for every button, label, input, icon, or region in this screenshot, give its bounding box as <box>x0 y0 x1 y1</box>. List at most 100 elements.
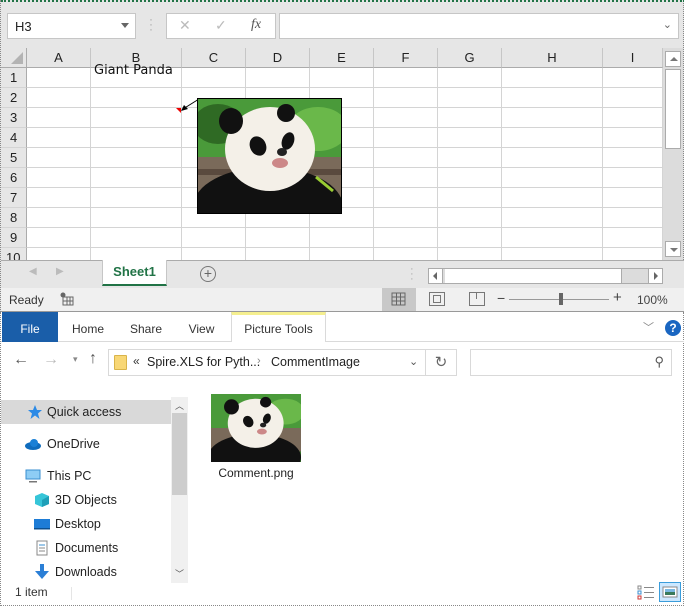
nav-item-documents[interactable]: Documents <box>1 536 171 560</box>
row-header-4[interactable]: 4 <box>1 128 27 148</box>
address-bar[interactable]: « Spire.XLS for Pyth... › CommentImage ⌄ <box>108 349 426 376</box>
recent-locations-icon[interactable]: ▾ <box>73 354 78 365</box>
zoom-in-button[interactable]: + <box>613 289 622 306</box>
refresh-icon: ↻ <box>434 354 448 371</box>
gridline <box>27 227 663 228</box>
normal-view-button[interactable] <box>382 288 416 311</box>
folder-icon <box>114 355 127 370</box>
panda-image <box>198 99 341 213</box>
enter-icon[interactable]: ✓ <box>215 17 227 34</box>
page-break-view-button[interactable] <box>469 292 485 306</box>
nav-scroll-up-icon[interactable]: ︿ <box>175 399 184 412</box>
row-header-1[interactable]: 1 <box>1 68 27 88</box>
comment-picture[interactable] <box>197 98 342 214</box>
scroll-down-button[interactable] <box>665 241 681 257</box>
tab-file[interactable]: File <box>2 312 58 342</box>
expand-ribbon-icon[interactable]: ﹀ <box>643 319 654 335</box>
nav-item-onedrive[interactable]: OneDrive <box>1 432 171 456</box>
select-all-button[interactable] <box>1 48 27 68</box>
vertical-scrollbar[interactable] <box>663 48 683 260</box>
panda-thumbnail-image <box>211 394 301 462</box>
insert-function-icon[interactable]: fx <box>251 17 261 33</box>
nav-item-quick-access[interactable]: Quick access <box>1 400 171 424</box>
forward-arrow-icon[interactable]: → <box>43 351 59 369</box>
tab-sheet1[interactable]: Sheet1 <box>102 260 167 286</box>
row-header-3[interactable]: 3 <box>1 108 27 128</box>
column-header-a[interactable]: A <box>27 48 91 68</box>
macro-record-icon[interactable] <box>60 292 74 306</box>
row-header-2[interactable]: 2 <box>1 88 27 108</box>
row-header-6[interactable]: 6 <box>1 168 27 188</box>
horizontal-scroll-thumb[interactable] <box>445 269 622 283</box>
formula-bar-grip[interactable]: · · · <box>149 13 153 35</box>
tab-split-grip[interactable]: · · · <box>410 264 414 285</box>
column-header-d[interactable]: D <box>246 48 310 68</box>
overflow-icon[interactable]: « <box>133 354 140 368</box>
file-item[interactable]: Comment.png <box>206 392 306 487</box>
name-box-dropdown-icon[interactable] <box>121 23 129 28</box>
star-icon <box>28 405 42 419</box>
nav-scroll-thumb[interactable] <box>172 413 187 495</box>
previous-sheet-icon[interactable]: ◀ <box>29 266 37 277</box>
row-header-9[interactable]: 9 <box>1 228 27 248</box>
nav-item-downloads[interactable]: Downloads <box>1 560 171 584</box>
name-box[interactable]: H3 <box>7 13 136 39</box>
breadcrumb-parent[interactable]: Spire.XLS for Pyth... <box>147 355 260 369</box>
scroll-right-button[interactable] <box>648 269 662 283</box>
scroll-up-button[interactable] <box>665 51 681 67</box>
nav-item-3d-objects[interactable]: 3D Objects <box>1 488 171 512</box>
ribbon-tabs: File Home Share View Picture Tools ﹀ ? <box>1 312 684 342</box>
gridline <box>27 147 663 148</box>
up-arrow-icon[interactable]: ↑ <box>89 350 97 368</box>
tab-share[interactable]: Share <box>121 312 171 342</box>
tab-home[interactable]: Home <box>63 312 113 342</box>
address-dropdown-icon[interactable]: ⌄ <box>409 355 418 368</box>
next-sheet-icon[interactable]: ▶ <box>56 266 64 277</box>
status-text: Ready <box>9 293 44 307</box>
large-icons-view-button[interactable] <box>659 582 681 602</box>
row-header-8[interactable]: 8 <box>1 208 27 228</box>
nav-pane-scrollbar[interactable]: ︿ ﹀ <box>171 397 188 583</box>
cancel-icon[interactable]: ✕ <box>179 17 191 34</box>
new-sheet-icon[interactable]: + <box>200 266 216 282</box>
cell-b3[interactable]: Giant Panda <box>94 63 173 78</box>
status-divider <box>71 587 72 600</box>
cloud-icon <box>25 439 41 450</box>
zoom-slider-thumb[interactable] <box>559 293 563 305</box>
row-header-7[interactable]: 7 <box>1 188 27 208</box>
details-view-icon[interactable] <box>637 584 655 600</box>
gridline <box>437 68 438 260</box>
refresh-button[interactable]: ↻ <box>426 349 457 376</box>
help-icon[interactable]: ? <box>665 320 681 336</box>
zoom-level[interactable]: 100% <box>637 293 668 307</box>
column-header-e[interactable]: E <box>310 48 374 68</box>
row-header-10[interactable]: 10 <box>1 248 27 260</box>
gridline <box>27 107 663 108</box>
formula-buttons: ✕ ✓ fx <box>166 13 276 39</box>
vertical-scroll-thumb[interactable] <box>665 69 681 149</box>
tab-view[interactable]: View <box>179 312 224 342</box>
search-input[interactable]: ⚲ <box>470 349 672 376</box>
nav-item-desktop[interactable]: Desktop <box>1 512 171 536</box>
breadcrumb-current[interactable]: CommentImage <box>271 355 360 369</box>
column-header-h[interactable]: H <box>502 48 603 68</box>
column-header-c[interactable]: C <box>182 48 246 68</box>
column-header-f[interactable]: F <box>374 48 438 68</box>
back-arrow-icon[interactable]: ← <box>13 351 29 369</box>
nav-item-this-pc[interactable]: This PC <box>1 464 171 488</box>
nav-scroll-down-icon[interactable]: ﹀ <box>175 567 184 580</box>
gridline <box>27 127 663 128</box>
tab-picture-tools[interactable]: Picture Tools <box>231 312 326 342</box>
horizontal-scrollbar[interactable] <box>428 268 663 284</box>
page-layout-view-button[interactable] <box>429 292 445 306</box>
breadcrumb-separator-icon[interactable]: › <box>257 355 261 367</box>
expand-formula-bar-icon[interactable]: ⌄ <box>663 18 672 31</box>
sheet-tabs-bar: ◀ ▶ Sheet1 + · · · <box>1 260 684 288</box>
nav-label: Documents <box>55 541 119 555</box>
formula-bar[interactable]: ⌄ <box>279 13 679 39</box>
scroll-left-button[interactable] <box>429 269 443 283</box>
column-header-i[interactable]: I <box>603 48 663 68</box>
row-header-5[interactable]: 5 <box>1 148 27 168</box>
zoom-out-button[interactable]: − <box>497 290 505 306</box>
column-header-g[interactable]: G <box>438 48 502 68</box>
